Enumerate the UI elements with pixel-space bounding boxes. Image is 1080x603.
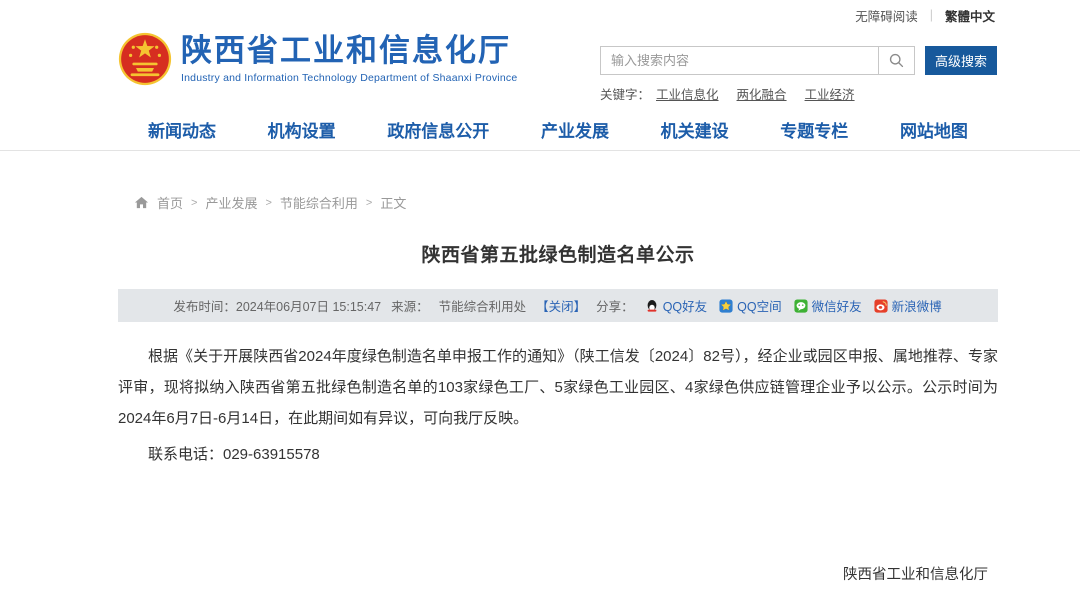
brand-text: 陕西省工业和信息化厅 Industry and Information Tech…	[181, 34, 517, 84]
breadcrumb-home[interactable]: 首页	[157, 193, 183, 212]
nav-item-organization[interactable]: 机构设置	[268, 117, 336, 142]
share-qzone[interactable]: QQ空间	[719, 296, 781, 315]
breadcrumb: 首页 > 产业发展 > 节能综合利用 > 正文	[118, 193, 998, 212]
wechat-icon	[794, 299, 808, 313]
article-paragraph: 根据《关于开展陕西省2024年度绿色制造名单申报工作的通知》（陕工信发〔2024…	[118, 342, 998, 434]
nav-item-news[interactable]: 新闻动态	[148, 117, 216, 142]
contact-phone: 联系电话：029-63915578	[118, 440, 998, 471]
share-weibo-label: 新浪微博	[892, 296, 942, 315]
traditional-chinese-link[interactable]: 繁體中文	[945, 6, 995, 25]
breadcrumb-separator: >	[265, 197, 271, 209]
national-emblem-icon	[118, 32, 172, 86]
article-title: 陕西省第五批绿色制造名单公示	[118, 240, 998, 267]
keywords-label: 关键字：	[600, 84, 650, 103]
share-weibo[interactable]: 新浪微博	[874, 296, 942, 315]
nav-item-gov-info[interactable]: 政府信息公开	[387, 117, 489, 142]
breadcrumb-separator: >	[191, 197, 197, 209]
breadcrumb-industry[interactable]: 产业发展	[205, 193, 257, 212]
search-icon[interactable]	[878, 47, 914, 74]
top-utility-bar: 无障碍阅读 | 繁體中文	[0, 0, 1080, 30]
nav-item-special[interactable]: 专题专栏	[780, 117, 848, 142]
breadcrumb-current: 正文	[380, 193, 406, 212]
weibo-icon	[874, 299, 888, 313]
search-area: 高级搜索 关键字： 工业信息化 两化融合 工业经济	[600, 46, 998, 103]
advanced-search-button[interactable]: 高级搜索	[925, 46, 997, 75]
topbar-separator: |	[930, 8, 933, 22]
source-value: 节能综合利用处	[439, 296, 527, 315]
nav-item-agency[interactable]: 机关建设	[661, 117, 729, 142]
site-subtitle: Industry and Information Technology Depa…	[181, 72, 517, 84]
share-qzone-label: QQ空间	[737, 296, 781, 315]
site-header: 陕西省工业和信息化厅 Industry and Information Tech…	[118, 30, 998, 108]
main-nav: 新闻动态 机构设置 政府信息公开 产业发展 机关建设 专题专栏 网站地图	[0, 108, 1080, 151]
accessibility-link[interactable]: 无障碍阅读	[855, 6, 918, 25]
breadcrumb-energy[interactable]: 节能综合利用	[280, 193, 358, 212]
article-meta-bar: 发布时间：2024年06月07日 15:15:47 来源： 节能综合利用处 【关…	[118, 289, 998, 322]
keyword-link[interactable]: 工业信息化	[656, 84, 719, 103]
breadcrumb-separator: >	[366, 197, 372, 209]
close-button[interactable]: 【关闭】	[536, 296, 586, 315]
nav-item-sitemap[interactable]: 网站地图	[900, 117, 968, 142]
keyword-link[interactable]: 工业经济	[805, 84, 855, 103]
home-icon	[134, 195, 149, 210]
share-wechat-label: 微信好友	[812, 296, 862, 315]
site-title: 陕西省工业和信息化厅	[181, 34, 517, 68]
share-qq-friend[interactable]: QQ好友	[645, 296, 707, 315]
share-label: 分享：	[596, 296, 634, 315]
search-box	[600, 46, 915, 75]
site-brand[interactable]: 陕西省工业和信息化厅 Industry and Information Tech…	[118, 32, 517, 86]
nav-item-industry[interactable]: 产业发展	[541, 117, 609, 142]
signature-name: 陕西省工业和信息化厅	[118, 563, 998, 584]
signature-block: 陕西省工业和信息化厅 2024年6月7日	[118, 563, 998, 603]
hot-keywords: 关键字： 工业信息化 两化融合 工业经济	[600, 84, 998, 103]
article-page: 首页 > 产业发展 > 节能综合利用 > 正文 陕西省第五批绿色制造名单公示 发…	[118, 193, 998, 603]
keyword-link[interactable]: 两化融合	[737, 84, 787, 103]
qzone-icon	[719, 299, 733, 313]
source-label: 来源：	[391, 296, 429, 315]
share-wechat[interactable]: 微信好友	[794, 296, 862, 315]
publish-time: 发布时间：2024年06月07日 15:15:47	[173, 296, 381, 315]
search-input[interactable]	[601, 47, 878, 74]
qq-friend-icon	[645, 299, 659, 313]
share-qq-friend-label: QQ好友	[663, 296, 707, 315]
